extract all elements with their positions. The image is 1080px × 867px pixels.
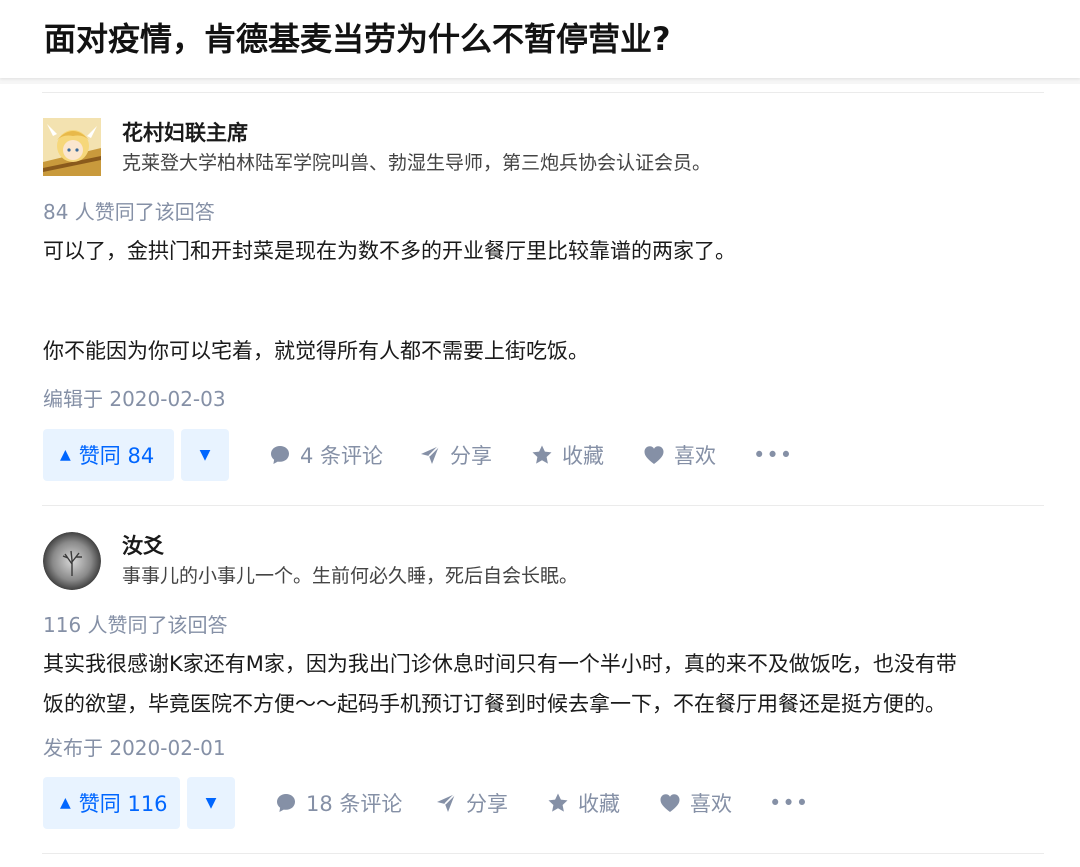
upvote-arrow-icon: ▲ — [60, 447, 71, 463]
vote-summary[interactable]: 116 人赞同了该回答 — [43, 609, 228, 638]
comment-label: 18 条评论 — [306, 792, 403, 816]
like-button[interactable]: 喜欢 — [659, 777, 732, 829]
collect-label: 收藏 — [562, 444, 604, 468]
action-bar: ▲ 赞同 116 ▼ 18 条评论 分享 收藏 喜欢 ••• — [43, 777, 1043, 829]
like-label: 喜欢 — [690, 792, 732, 816]
answer-content[interactable]: 可以了，金拱门和开封菜是现在为数不多的开业餐厅里比较靠谱的两家了。 你不能因为你… — [43, 231, 1043, 371]
upvote-button[interactable]: ▲ 赞同 84 — [43, 429, 174, 481]
divider — [42, 92, 1044, 93]
divider — [42, 505, 1044, 506]
answer-paragraph: 饭的欲望，毕竟医院不方便～～起码手机预订订餐到时候去拿一下，不在餐厅用餐还是挺方… — [43, 692, 946, 716]
comment-icon — [271, 446, 289, 464]
action-bar: ▲ 赞同 84 ▼ 4 条评论 分享 收藏 喜欢 ••• — [43, 429, 1043, 481]
tree-avatar-icon — [43, 532, 101, 590]
downvote-arrow-icon: ▼ — [199, 447, 211, 463]
like-button[interactable]: 喜欢 — [643, 429, 716, 481]
edit-time[interactable]: 编辑于 2020-02-03 — [43, 383, 226, 412]
heart-icon — [660, 794, 680, 812]
heart-icon — [644, 446, 664, 464]
more-icon: ••• — [769, 791, 810, 815]
collect-button[interactable]: 收藏 — [547, 777, 620, 829]
downvote-button[interactable]: ▼ — [181, 429, 229, 481]
collect-button[interactable]: 收藏 — [531, 429, 604, 481]
question-title[interactable]: 面对疫情，肯德基麦当劳为什么不暂停营业? — [44, 18, 671, 60]
anime-avatar-icon — [43, 118, 101, 176]
comment-button[interactable]: 4 条评论 — [269, 429, 383, 481]
divider — [42, 853, 1044, 854]
upvote-arrow-icon: ▲ — [60, 795, 71, 811]
author-avatar[interactable] — [43, 532, 101, 590]
question-header: 面对疫情，肯德基麦当劳为什么不暂停营业? — [0, 0, 1080, 78]
more-button[interactable]: ••• — [753, 429, 793, 481]
author-name[interactable]: 汝爻 — [122, 530, 164, 560]
comment-icon — [277, 794, 295, 812]
upvote-label: 赞同 116 — [78, 792, 168, 816]
publish-time[interactable]: 发布于 2020-02-01 — [43, 732, 226, 761]
answer-content[interactable]: 其实我很感谢K家还有M家，因为我出门诊休息时间只有一个半小时，真的来不及做饭吃，… — [43, 644, 1043, 724]
share-button[interactable]: 分享 — [435, 777, 508, 829]
share-icon — [437, 793, 456, 812]
upvote-label: 赞同 84 — [78, 444, 155, 468]
comment-button[interactable]: 18 条评论 — [275, 777, 402, 829]
author-name[interactable]: 花村妇联主席 — [122, 117, 248, 147]
comment-label: 4 条评论 — [300, 444, 384, 468]
more-icon: ••• — [753, 443, 794, 467]
share-label: 分享 — [450, 444, 492, 468]
more-button[interactable]: ••• — [769, 777, 809, 829]
answer-list: 花村妇联主席 克莱登大学柏林陆军学院叫兽、勃湿生导师，第三炮兵协会认证会员。 8… — [0, 84, 1080, 867]
share-icon — [421, 445, 440, 464]
like-label: 喜欢 — [674, 444, 716, 468]
answer-paragraph: 可以了，金拱门和开封菜是现在为数不多的开业餐厅里比较靠谱的两家了。 — [43, 239, 736, 263]
author-bio: 克莱登大学柏林陆军学院叫兽、勃湿生导师，第三炮兵协会认证会员。 — [122, 152, 712, 174]
answer-paragraph: 其实我很感谢K家还有M家，因为我出门诊休息时间只有一个半小时，真的来不及做饭吃，… — [43, 652, 957, 676]
author-avatar[interactable] — [43, 118, 101, 176]
answer-paragraph: 你不能因为你可以宅着，就觉得所有人都不需要上街吃饭。 — [43, 339, 589, 363]
star-icon — [532, 445, 552, 464]
share-button[interactable]: 分享 — [419, 429, 492, 481]
vote-summary[interactable]: 84 人赞同了该回答 — [43, 196, 215, 225]
downvote-button[interactable]: ▼ — [187, 777, 235, 829]
upvote-button[interactable]: ▲ 赞同 116 — [43, 777, 180, 829]
collect-label: 收藏 — [578, 792, 620, 816]
star-icon — [548, 793, 568, 812]
downvote-arrow-icon: ▼ — [205, 795, 217, 811]
share-label: 分享 — [466, 792, 508, 816]
author-bio: 事事儿的小事儿一个。生前何必久睡，死后自会长眠。 — [122, 565, 579, 587]
